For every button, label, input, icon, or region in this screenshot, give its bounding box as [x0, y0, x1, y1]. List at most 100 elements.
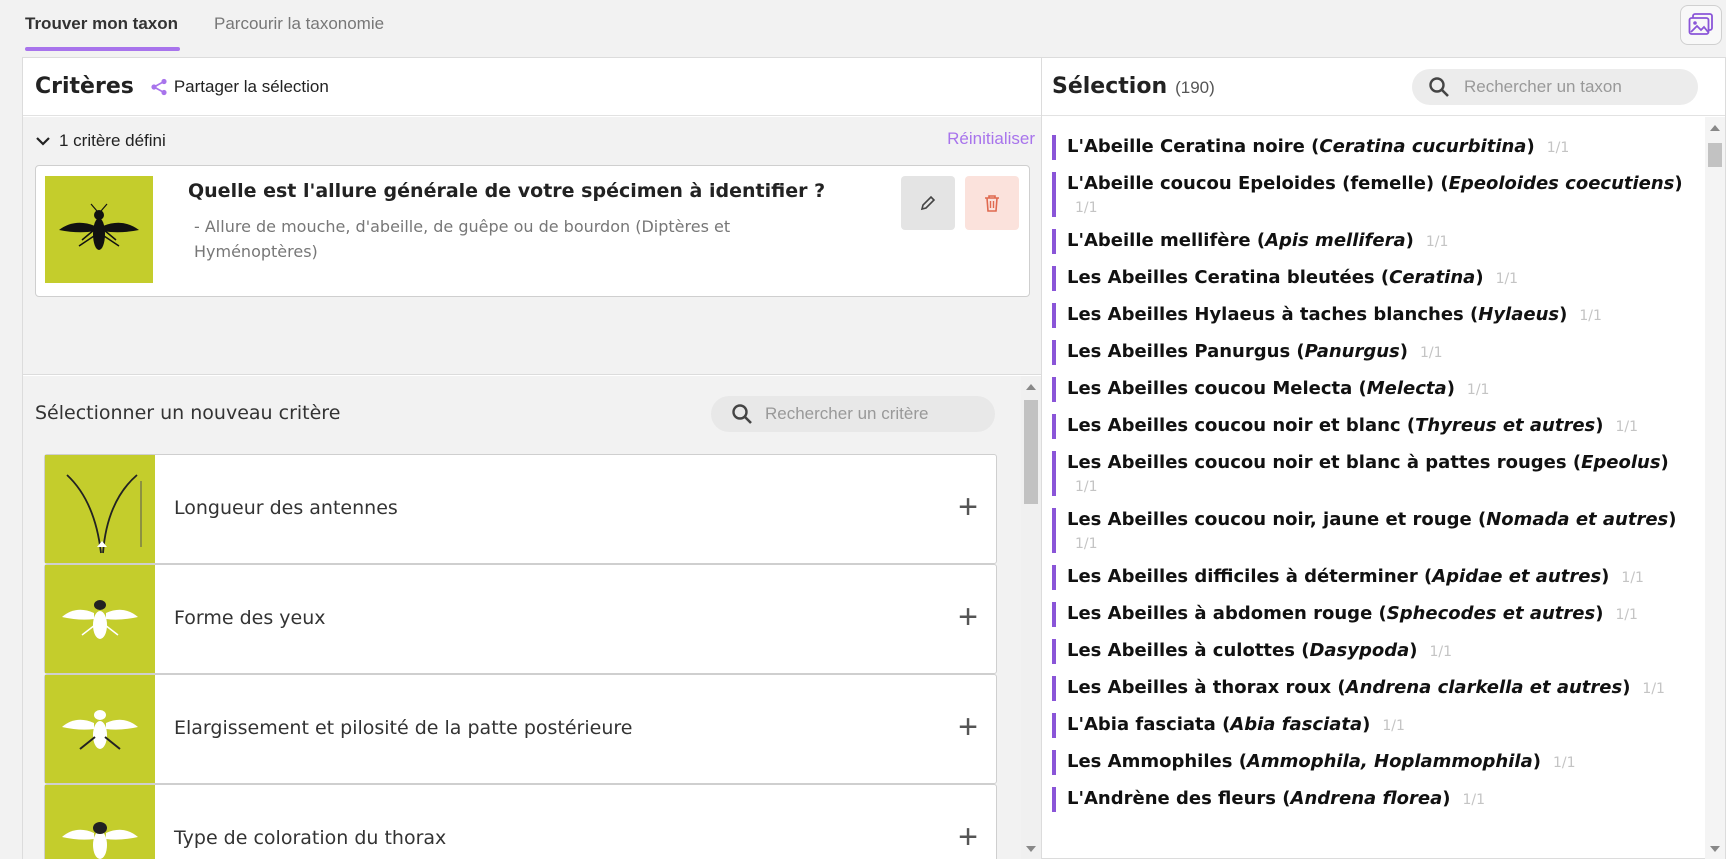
taxon-list-item[interactable]: Les Abeilles Ceratina bleutées (Ceratina… — [1052, 264, 1692, 293]
taxon-list-item[interactable]: Les Abeilles coucou noir et blanc à patt… — [1052, 449, 1692, 498]
scroll-up-icon[interactable] — [1710, 125, 1720, 131]
taxon-scientific-name: Abia fasciata — [1230, 714, 1363, 735]
scrollbar-thumb[interactable] — [1024, 400, 1038, 504]
search-icon — [1429, 77, 1449, 97]
criterion-thumbnail — [45, 565, 155, 673]
criterion-thumbnail — [45, 455, 155, 563]
image-gallery-icon — [1688, 13, 1713, 35]
taxon-match-fraction: 1/1 — [1495, 271, 1519, 287]
plus-icon[interactable]: + — [958, 599, 978, 635]
taxon-list-item[interactable]: Les Abeilles coucou noir et blanc (Thyre… — [1052, 412, 1692, 441]
criterion-item-longueur-antennes[interactable]: Longueur des antennes + — [44, 454, 997, 564]
share-selection-label: Partager la sélection — [173, 76, 329, 96]
taxon-list-item[interactable]: L'Andrène des fleurs (Andrena florea) 1/1 — [1052, 785, 1692, 814]
gallery-button[interactable] — [1680, 5, 1722, 45]
criterion-item-patte-posterieure[interactable]: Elargissement et pilosité de la patte po… — [44, 674, 997, 784]
taxon-list-item[interactable]: Les Abeilles Panurgus (Panurgus) 1/1 — [1052, 338, 1692, 367]
taxon-list-item[interactable]: Les Ammophiles (Ammophila, Hoplammophila… — [1052, 748, 1692, 777]
taxon-name-end: ) — [1595, 415, 1604, 436]
taxon-name-end: ) — [1362, 714, 1371, 735]
criterion-thumbnail — [45, 785, 155, 859]
taxon-match-fraction: 1/1 — [1466, 382, 1490, 398]
taxon-match-fraction: 1/1 — [1615, 419, 1639, 435]
taxon-scientific-name: Ceratina cucurbitina — [1319, 136, 1527, 157]
taxon-name-end: ) — [1601, 566, 1610, 587]
taxon-common-name: Les Abeilles à thorax roux ( — [1067, 677, 1346, 698]
scroll-up-icon[interactable] — [1026, 384, 1036, 390]
taxon-name-end: ) — [1559, 304, 1568, 325]
defined-criteria-count: 1 critère défini — [59, 131, 166, 150]
taxon-list-item[interactable]: Les Abeilles coucou Melecta (Melecta) 1/1 — [1052, 375, 1692, 404]
plus-icon[interactable]: + — [958, 489, 978, 525]
taxon-common-name: Les Abeilles difficiles à déterminer ( — [1067, 566, 1433, 587]
criterion-label: Forme des yeux — [174, 607, 326, 629]
taxon-match-fraction: 1/1 — [1462, 792, 1485, 808]
taxon-scientific-name: Andrena florea — [1290, 788, 1443, 809]
taxon-list-item[interactable]: L'Abia fasciata (Abia fasciata) 1/1 — [1052, 711, 1692, 740]
reset-button[interactable]: Réinitialiser — [947, 129, 1035, 149]
taxon-common-name: Les Abeilles Ceratina bleutées ( — [1067, 267, 1390, 288]
criterion-label: Type de coloration du thorax — [174, 827, 447, 849]
taxon-name-end: ) — [1526, 136, 1535, 157]
taxon-match-fraction: 1/1 — [1429, 644, 1453, 660]
delete-criterion-button[interactable] — [965, 176, 1019, 230]
taxon-list-item[interactable]: Les Abeilles à abdomen rouge (Sphecodes … — [1052, 600, 1692, 629]
new-criteria-section: Sélectionner un nouveau critère Recherch… — [23, 376, 1041, 859]
defined-criteria-section: 1 critère défini Réinitialiser Quelle es… — [23, 117, 1041, 375]
share-selection-button[interactable]: Partager la sélection — [150, 77, 329, 97]
chevron-down-icon — [36, 137, 50, 146]
taxon-list-item[interactable]: L'Abeille mellifère (Apis mellifera) 1/1 — [1052, 227, 1692, 256]
taxon-name-end: ) — [1442, 788, 1451, 809]
criterion-label: Elargissement et pilosité de la patte po… — [174, 717, 633, 739]
criteria-search-input[interactable] — [765, 404, 985, 424]
scroll-down-icon[interactable] — [1710, 846, 1720, 852]
taxon-list-item[interactable]: Les Abeilles à thorax roux (Andrena clar… — [1052, 674, 1692, 703]
taxon-common-name: Les Ammophiles ( — [1067, 751, 1247, 772]
taxon-scrollbar[interactable] — [1705, 117, 1725, 859]
tab-parcourir-taxonomie[interactable]: Parcourir la taxonomie — [214, 14, 384, 34]
edit-criterion-button[interactable] — [901, 176, 955, 230]
criterion-item-forme-yeux[interactable]: Forme des yeux + — [44, 564, 997, 674]
taxon-scientific-name: Apidae et autres — [1432, 566, 1602, 587]
taxon-match-fraction: 1/1 — [1420, 345, 1443, 361]
scroll-down-icon[interactable] — [1026, 846, 1036, 852]
taxon-list-item[interactable]: L'Abeille coucou Epeloides (femelle) (Ep… — [1052, 170, 1692, 219]
scrollbar-thumb[interactable] — [1708, 143, 1722, 167]
plus-icon[interactable]: + — [958, 819, 978, 855]
taxon-match-fraction: 1/1 — [1546, 140, 1570, 156]
taxon-list-item[interactable]: Les Abeilles difficiles à déterminer (Ap… — [1052, 563, 1692, 592]
criterion-label: Longueur des antennes — [174, 497, 398, 519]
defined-criteria-toggle[interactable]: 1 critère défini — [35, 131, 166, 151]
taxon-scientific-name: Epeoloides coecutiens — [1448, 173, 1675, 194]
search-icon — [732, 404, 752, 424]
taxon-list-item[interactable]: Les Abeilles à culottes (Dasypoda) 1/1 — [1052, 637, 1692, 666]
taxon-name-end: ) — [1660, 452, 1669, 473]
criteria-search[interactable] — [711, 396, 995, 432]
white-bee-icon — [62, 822, 138, 859]
criteria-scrollbar[interactable] — [1021, 376, 1041, 859]
taxon-list-item[interactable]: L'Abeille Ceratina noire (Ceratina cucur… — [1052, 133, 1692, 162]
criterion-item-coloration-thorax[interactable]: Type de coloration du thorax + — [44, 784, 997, 859]
taxon-name-end: ) — [1622, 677, 1631, 698]
selection-header: Sélection (190) — [1042, 58, 1725, 116]
criteria-panel: Critères Partager la sélection 1 critère… — [22, 57, 1042, 859]
taxon-match-fraction: 1/1 — [1425, 234, 1449, 250]
taxon-list-item[interactable]: Les Abeilles coucou noir, jaune et rouge… — [1052, 506, 1692, 555]
taxon-common-name: L'Abeille coucou Epeloides (femelle) ( — [1067, 173, 1449, 194]
taxon-search-input[interactable] — [1464, 77, 1684, 97]
taxon-scientific-name: Ammophila, Hoplammophila — [1246, 751, 1533, 772]
taxon-common-name: L'Abeille mellifère ( — [1067, 230, 1266, 251]
criteria-header: Critères Partager la sélection — [23, 58, 1041, 116]
taxon-common-name: Les Abeilles Hylaeus à taches blanches ( — [1067, 304, 1479, 325]
taxon-list-item[interactable]: Les Abeilles Hylaeus à taches blanches (… — [1052, 301, 1692, 330]
taxon-match-fraction: 1/1 — [1075, 479, 1098, 495]
criterion-answer: - Allure de mouche, d'abeille, de guêpe … — [194, 217, 731, 261]
plus-icon[interactable]: + — [958, 709, 978, 745]
criterion-thumbnail — [45, 675, 155, 783]
criterion-question: Quelle est l'allure générale de votre sp… — [188, 180, 826, 202]
taxon-scientific-name: Andrena clarkella et autres — [1345, 677, 1623, 698]
taxon-search[interactable] — [1412, 69, 1698, 105]
pencil-icon — [920, 195, 936, 211]
tab-trouver-mon-taxon[interactable]: Trouver mon taxon — [25, 14, 181, 51]
taxon-match-fraction: 1/1 — [1615, 607, 1638, 623]
